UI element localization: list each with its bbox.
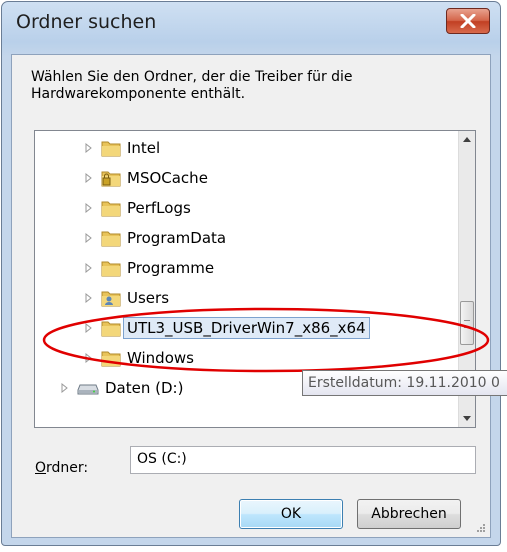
scroll-down-arrow-icon [463,416,471,421]
tree-item-label: ProgramData [127,229,227,247]
folder-icon [101,141,121,157]
dialog-title: Ordner suchen [16,11,157,33]
tree-item-label: Programme [127,259,215,277]
tree-item-label: Daten (D:) [105,379,184,397]
expand-arrow-icon[interactable] [85,139,99,157]
tree-item-msocache[interactable]: MSOCache [85,163,208,193]
scroll-up-arrow-icon [463,137,471,142]
dialog-client-area: Wählen Sie den Ordner, der die Treiber f… [11,54,491,538]
folder-browser-dialog: Ordner suchen Wählen Sie den Ordner, der… [1,1,501,546]
cancel-button[interactable]: Abbrechen [357,499,461,529]
tree-item-daten-d[interactable]: Daten (D:) [61,373,183,403]
expand-arrow-icon[interactable] [85,229,99,247]
locked-folder-icon [101,171,121,187]
expand-arrow-icon[interactable] [85,199,99,217]
drive-icon [77,384,99,395]
expand-arrow-icon[interactable] [85,169,99,187]
expand-arrow-icon[interactable] [61,379,75,397]
close-button[interactable] [446,8,490,34]
tree-item-label: Users [127,289,170,307]
created-date-tooltip: Erstelldatum: 19.11.2010 0 [302,370,507,396]
close-icon [460,14,476,28]
tree-item-label: PerfLogs [127,199,191,217]
folder-input[interactable]: OS (C:) [130,446,476,474]
tree-item-programdata[interactable]: ProgramData [85,223,226,253]
expand-arrow-icon[interactable] [85,259,99,277]
tree-item-programme[interactable]: Programme [85,253,214,283]
resize-grip-icon[interactable] [476,523,486,533]
expand-arrow-icon[interactable] [85,289,99,307]
scroll-down-button[interactable] [459,410,475,427]
tree-item-label: MSOCache [127,169,208,187]
users-folder-icon [101,291,121,307]
tree-item-perflogs[interactable]: PerfLogs [85,193,191,223]
folder-icon [101,261,121,277]
folder-icon [101,231,121,247]
ok-button[interactable]: OK [239,499,343,529]
highlight-ellipse [42,307,490,373]
scroll-up-button[interactable] [459,131,475,148]
folder-field-label: Ordner: [35,460,89,476]
dialog-description: Wählen Sie den Ordner, der die Treiber f… [31,69,353,102]
title-bar[interactable]: Ordner suchen [2,2,500,54]
tree-item-label: Intel [127,139,161,157]
tree-item-intel[interactable]: Intel [85,133,160,163]
folder-icon [101,201,121,217]
